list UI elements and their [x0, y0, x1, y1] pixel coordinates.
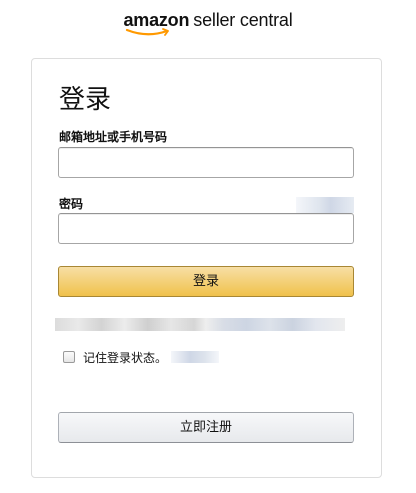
register-button[interactable]: 立即注册 — [58, 412, 354, 443]
blurred-link — [171, 351, 220, 363]
remember-checkbox[interactable] — [63, 351, 75, 363]
logo-brand: amazon — [123, 10, 190, 30]
email-label: 邮箱地址或手机号码 — [59, 130, 168, 144]
logo-subtitle: seller central — [193, 10, 293, 30]
blurred-text — [55, 318, 345, 331]
email-field[interactable] — [58, 147, 354, 178]
password-label: 密码 — [59, 197, 84, 211]
logo-wordmark: amazon seller central — [123, 10, 293, 36]
amazon-smile-icon — [126, 28, 170, 36]
remember-me[interactable]: 记住登录状态。 — [63, 349, 220, 365]
logo: amazon seller central — [0, 10, 416, 40]
signin-card: 登录 邮箱地址或手机号码 密码 登录 记住登录状态。 立即注册 — [31, 58, 382, 478]
blurred-link — [296, 197, 354, 213]
signin-button[interactable]: 登录 — [58, 266, 354, 297]
remember-label: 记住登录状态。 — [83, 350, 168, 365]
page-title: 登录 — [59, 85, 112, 115]
password-field[interactable] — [58, 213, 354, 244]
